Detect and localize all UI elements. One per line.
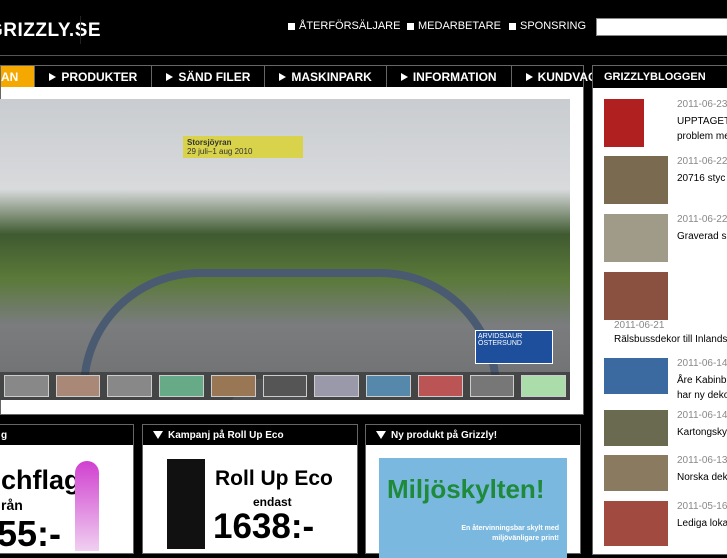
blog-thumbnail (604, 214, 668, 262)
box-headline: chflag (1, 465, 81, 495)
thumbnail-strip (0, 372, 570, 400)
blog-title-line: Åre Kabinbe (677, 375, 727, 386)
box-price: 55:- (0, 513, 62, 554)
blog-date: 2011-06-14 (677, 410, 727, 421)
sign-sub: 29 juli–1 aug 2010 (187, 147, 253, 156)
promo-box-miljoskylten[interactable]: Ny produkt på Grizzly! Miljöskylten! En … (365, 424, 581, 558)
miljoskylten-banner: Miljöskylten! En återvinningsbar skylt m… (379, 458, 567, 558)
thumbnail[interactable] (314, 375, 360, 397)
tab-produkter[interactable]: PRODUKTER (35, 66, 153, 87)
divider (0, 55, 727, 56)
thumbnail[interactable] (366, 375, 411, 397)
arrow-right-icon (525, 72, 533, 81)
arrow-right-icon (279, 72, 287, 81)
thumbnail[interactable] (469, 375, 515, 397)
square-bullet-icon (509, 22, 516, 30)
hero-slideshow[interactable]: Storsjöyran 29 juli–1 aug 2010 ARVIDSJAUR… (0, 99, 570, 400)
sign-title: Storsjöyran (187, 138, 232, 147)
thumbnail[interactable] (417, 375, 463, 397)
box-sub: En återvinningsbar skylt med miljövänlig… (461, 525, 559, 542)
blog-item-title: 20716 styc (677, 173, 726, 184)
link-sponsring[interactable]: SPONSRING (509, 20, 586, 32)
tab-label: SÄND FILER (178, 69, 251, 84)
beachflag-image (75, 461, 99, 551)
divider (80, 16, 81, 44)
hero-banner-sign: Storsjöyran 29 juli–1 aug 2010 (183, 136, 303, 158)
tab-label: MASKINPARK (291, 69, 372, 84)
hero-road-sign: ARVIDSJAUR ÖSTERSUND (475, 330, 553, 364)
box-title: Kampanj på Roll Up Eco (168, 429, 284, 441)
thumbnail[interactable] (210, 375, 256, 397)
main-nav: AN PRODUKTER SÄND FILER MASKINPARK INFOR… (0, 65, 606, 87)
blog-date: 2011-06-22 (677, 156, 727, 167)
blog-date: 2011-06-21 (614, 320, 665, 331)
tab-label: PRODUKTER (61, 69, 138, 84)
blog-item-title: Åre Kabinbe har ny deko (677, 373, 727, 403)
blog-item-title: Rälsbussdekor till Inlands (614, 334, 727, 345)
link-label: ÅTERFÖRSÄLJARE (299, 20, 401, 32)
link-medarbetare[interactable]: MEDARBETARE (407, 20, 501, 32)
arrow-down-icon (376, 431, 386, 439)
tab-label: AN (1, 69, 19, 84)
blog-title-line: har ny deko (677, 390, 727, 401)
blog-item-title: Graverad s (677, 231, 727, 242)
blog-item-title: UPPTAGET problem me (677, 114, 727, 144)
blog-item-title: Lediga loka (677, 518, 727, 529)
link-aterforsaljare[interactable]: ÅTERFÖRSÄLJARE (288, 20, 400, 32)
tab-label: INFORMATION (412, 69, 497, 84)
box-title: Ny produkt på Grizzly! (391, 429, 498, 441)
blog-date: 2011-06-13 (677, 455, 727, 466)
blog-date: 2011-06-23 (677, 99, 727, 110)
tab-home[interactable]: AN (1, 66, 36, 87)
square-bullet-icon (288, 22, 295, 30)
promo-box-flag[interactable]: g chflag rån 55:- (0, 424, 134, 554)
thumbnail[interactable] (521, 375, 567, 397)
box-headline: Miljöskylten! (387, 474, 545, 504)
arrow-right-icon (49, 72, 57, 81)
promo-box-rollup[interactable]: Kampanj på Roll Up Eco Roll Up Eco endas… (142, 424, 358, 554)
blog-date: 2011-05-16 (677, 501, 727, 512)
box-header: Ny produkt på Grizzly! (366, 425, 580, 445)
blog-thumbnail (604, 455, 668, 491)
blog-thumbnail (604, 501, 668, 546)
blog-title: GRIZZLYBLOGGEN (593, 66, 727, 88)
blog-thumbnail (604, 272, 668, 320)
tab-maskinpark[interactable]: MASKINPARK (265, 66, 387, 87)
blog-thumbnail (604, 99, 644, 147)
blog-thumbnail (604, 358, 668, 394)
rollup-image (167, 459, 205, 549)
blog-title-line: problem me (677, 131, 727, 142)
hero-bridge (80, 269, 500, 389)
blog-thumbnail (604, 156, 668, 204)
thumbnail[interactable] (55, 375, 101, 397)
blog-date: 2011-06-14 (677, 358, 727, 369)
square-bullet-icon (407, 22, 414, 30)
box-title: g (1, 429, 8, 441)
box-header: g (0, 425, 133, 445)
blog-title-line: UPPTAGET (677, 116, 727, 127)
blog-item-title: Kartongsky (677, 427, 727, 438)
arrow-down-icon (153, 431, 163, 439)
arrow-right-icon (166, 72, 174, 81)
arrow-right-icon (400, 72, 408, 81)
logo[interactable]: GRIZZLY.SE (0, 20, 101, 42)
thumbnail[interactable] (159, 375, 204, 397)
tab-information[interactable]: INFORMATION (387, 66, 512, 87)
box-headline: Roll Up Eco (215, 467, 333, 490)
blog-date: 2011-06-22 (677, 214, 727, 225)
thumbnail[interactable] (4, 375, 49, 397)
box-price: 1638:- (213, 507, 315, 546)
blog-panel: GRIZZLYBLOGGEN 2011-06-23 UPPTAGET problem… (592, 65, 727, 555)
thumbnail[interactable] (262, 375, 308, 397)
blog-thumbnail (604, 410, 668, 446)
tab-sand-filer[interactable]: SÄND FILER (152, 66, 266, 87)
search-input[interactable] (596, 18, 727, 36)
thumbnail[interactable] (107, 375, 153, 397)
blog-item-title: Norska dek (677, 472, 727, 483)
link-label: MEDARBETARE (418, 20, 501, 32)
box-header: Kampanj på Roll Up Eco (143, 425, 357, 445)
box-sub: rån (1, 497, 23, 513)
link-label: SPONSRING (520, 20, 587, 32)
